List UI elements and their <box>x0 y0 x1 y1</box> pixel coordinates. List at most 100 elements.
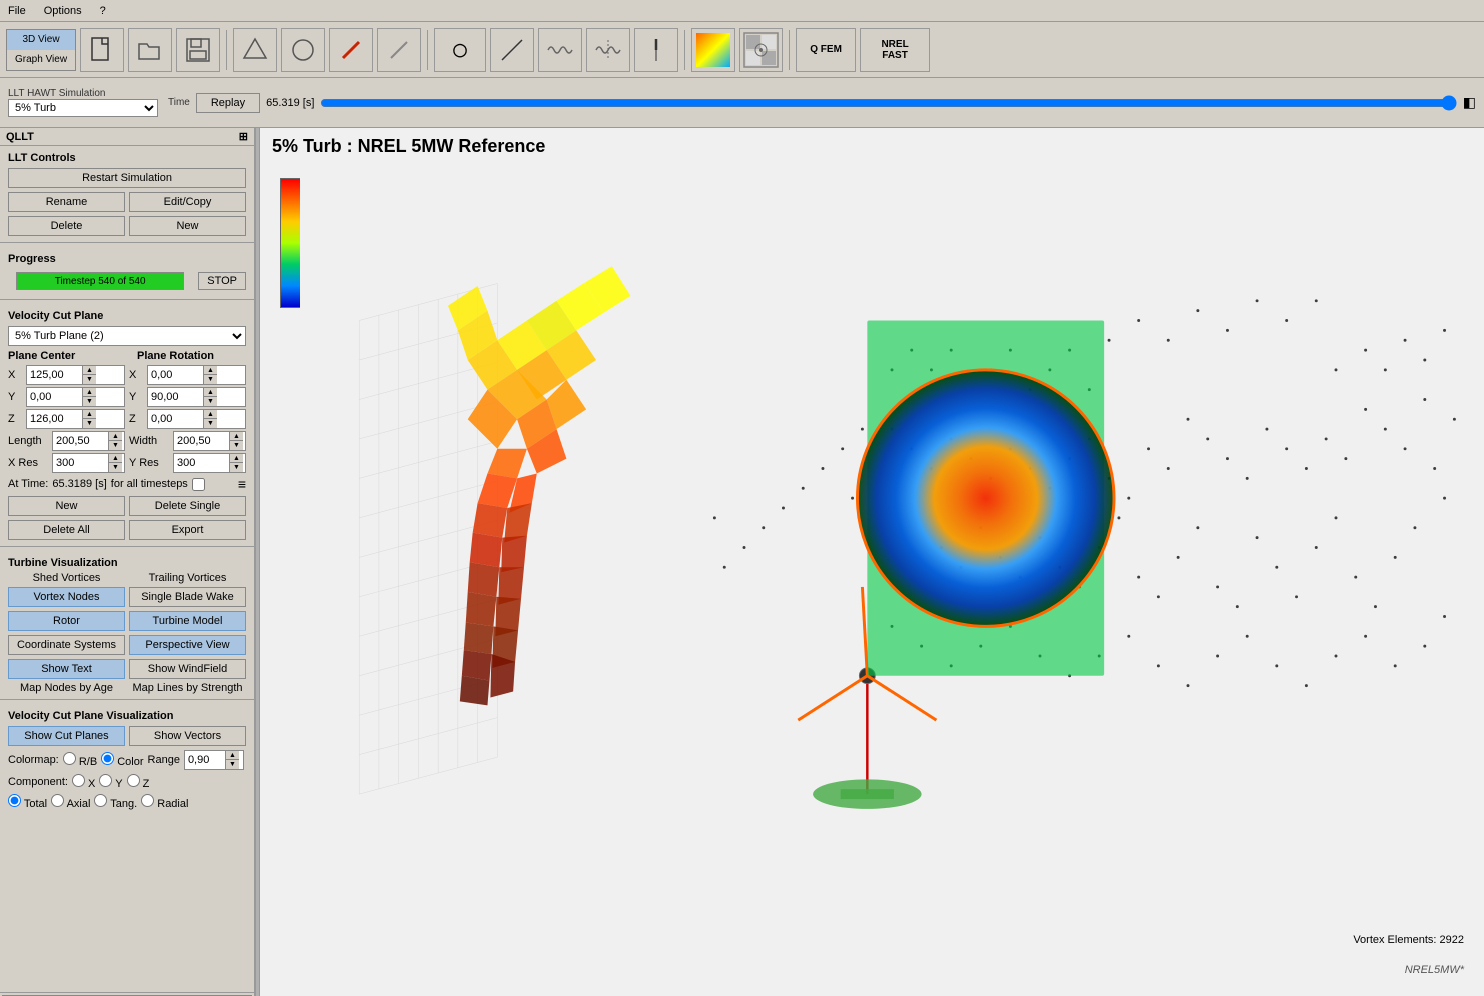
x-center-down[interactable]: ▼ <box>82 375 96 384</box>
xres-input[interactable] <box>53 456 108 470</box>
x-rotation-input[interactable] <box>148 368 203 382</box>
y-center-up[interactable]: ▲ <box>82 388 96 397</box>
range-down[interactable]: ▼ <box>225 760 239 769</box>
wave3-button[interactable] <box>634 28 678 72</box>
panel-hscroll[interactable] <box>0 992 254 996</box>
xres-up[interactable]: ▲ <box>108 454 122 463</box>
show-text-button[interactable]: Show Text <box>8 659 125 679</box>
menu-help[interactable]: ? <box>96 3 110 19</box>
comp-total-radio[interactable] <box>8 794 21 807</box>
x-center-input[interactable] <box>27 368 82 382</box>
z-center-down[interactable]: ▼ <box>82 419 96 428</box>
restart-simulation-button[interactable]: Restart Simulation <box>8 168 246 188</box>
coordinate-systems-button[interactable]: Coordinate Systems <box>8 635 125 655</box>
menu-options[interactable]: Options <box>40 3 86 19</box>
width-input[interactable] <box>174 434 229 448</box>
viewport[interactable]: 5% Turb : NREL 5MW Reference magnitude: … <box>260 128 1484 996</box>
front-view-button[interactable] <box>233 28 277 72</box>
comp-tang-radio[interactable] <box>94 794 107 807</box>
delete-button[interactable]: Delete <box>8 216 125 236</box>
xres-spinner[interactable]: ▲ ▼ <box>52 453 125 473</box>
length-input[interactable] <box>53 434 108 448</box>
z-rot-down[interactable]: ▼ <box>203 419 217 428</box>
wave2-button[interactable] <box>586 28 630 72</box>
comp-y-radio[interactable] <box>99 774 112 787</box>
comp-y-label[interactable]: Y <box>99 774 122 790</box>
colormap-button[interactable] <box>691 28 735 72</box>
width-spinner[interactable]: ▲ ▼ <box>173 431 246 451</box>
single-blade-wake-button[interactable]: Single Blade Wake <box>129 587 246 607</box>
z-center-input[interactable] <box>27 412 82 426</box>
length-up[interactable]: ▲ <box>108 432 122 441</box>
y-rot-down[interactable]: ▼ <box>203 397 217 406</box>
nrel-fast-button[interactable]: NREL FAST <box>860 28 930 72</box>
x-center-up[interactable]: ▲ <box>82 366 96 375</box>
turbine-model-button[interactable]: Turbine Model <box>129 611 246 631</box>
new-button[interactable] <box>80 28 124 72</box>
panel-maximize-icon[interactable]: ⊞ <box>239 130 248 143</box>
replay-button[interactable]: Replay <box>196 93 260 113</box>
rename-button[interactable]: Rename <box>8 192 125 212</box>
colormap-color-label[interactable]: Color <box>101 752 143 768</box>
colormap-rb-label[interactable]: R/B <box>63 752 97 768</box>
graph-view-button[interactable]: Graph View <box>7 50 75 70</box>
yres-spinner[interactable]: ▲ ▼ <box>173 453 246 473</box>
save-button[interactable] <box>176 28 220 72</box>
comp-x-label[interactable]: X <box>72 774 95 790</box>
comp-z-label[interactable]: Z <box>127 774 150 790</box>
collapse-icon[interactable]: ≡ <box>238 476 246 492</box>
qfem-button[interactable]: Q FEM <box>796 28 856 72</box>
for-all-checkbox[interactable] <box>192 478 205 491</box>
colormap-rb-radio[interactable] <box>63 752 76 765</box>
show-windfield-button[interactable]: Show WindField <box>129 659 246 679</box>
edit-copy-button[interactable]: Edit/Copy <box>129 192 246 212</box>
360-mode-button[interactable]: ◯ <box>434 28 486 72</box>
comp-axial-radio[interactable] <box>51 794 64 807</box>
z-rotation-input[interactable] <box>148 412 203 426</box>
show-vectors-button[interactable]: Show Vectors <box>129 726 246 746</box>
comp-tang-label[interactable]: Tang. <box>94 794 137 810</box>
menu-file[interactable]: File <box>4 3 30 19</box>
y-rot-up[interactable]: ▲ <box>203 388 217 397</box>
comp-radial-radio[interactable] <box>141 794 154 807</box>
yres-up[interactable]: ▲ <box>229 454 243 463</box>
wave1-button[interactable] <box>538 28 582 72</box>
panel-scroll[interactable]: LLT Controls Restart Simulation Rename E… <box>0 146 254 992</box>
new-sim-button[interactable]: New <box>129 216 246 236</box>
delete-single-button[interactable]: Delete Single <box>129 496 246 516</box>
stop-button[interactable]: STOP <box>198 272 246 290</box>
z-center-spinner[interactable]: ▲ ▼ <box>26 409 125 429</box>
comp-radial-label[interactable]: Radial <box>141 794 188 810</box>
length-spinner[interactable]: ▲ ▼ <box>52 431 125 451</box>
y-center-input[interactable] <box>27 390 82 404</box>
line-tool-button[interactable] <box>490 28 534 72</box>
delete-all-button[interactable]: Delete All <box>8 520 125 540</box>
range-up[interactable]: ▲ <box>225 751 239 760</box>
z-rot-up[interactable]: ▲ <box>203 410 217 419</box>
cut-plane-select[interactable]: 5% Turb Plane (2) <box>8 326 246 346</box>
time-slider[interactable] <box>320 94 1456 112</box>
open-button[interactable] <box>128 28 172 72</box>
simulation-select[interactable]: 5% Turb <box>8 99 158 117</box>
comp-x-radio[interactable] <box>72 774 85 787</box>
z-center-up[interactable]: ▲ <box>82 410 96 419</box>
rotor-button[interactable]: Rotor <box>8 611 125 631</box>
blade-line-button[interactable] <box>377 28 421 72</box>
comp-z-radio[interactable] <box>127 774 140 787</box>
blade-red-button[interactable] <box>329 28 373 72</box>
range-input[interactable] <box>185 753 225 767</box>
x-rot-down[interactable]: ▼ <box>203 375 217 384</box>
x-rot-up[interactable]: ▲ <box>203 366 217 375</box>
vortex-nodes-button[interactable]: Vortex Nodes <box>8 587 125 607</box>
yres-down[interactable]: ▼ <box>229 463 243 472</box>
y-rotation-spinner[interactable]: ▲ ▼ <box>147 387 246 407</box>
width-up[interactable]: ▲ <box>229 432 243 441</box>
length-down[interactable]: ▼ <box>108 441 122 450</box>
export-button[interactable]: Export <box>129 520 246 540</box>
grid-icon-button[interactable] <box>739 28 783 72</box>
new-plane-button[interactable]: New <box>8 496 125 516</box>
perspective-view-button[interactable]: Perspective View <box>129 635 246 655</box>
3d-view-button[interactable]: 3D View <box>7 30 75 50</box>
comp-axial-label[interactable]: Axial <box>51 794 90 810</box>
y-center-spinner[interactable]: ▲ ▼ <box>26 387 125 407</box>
